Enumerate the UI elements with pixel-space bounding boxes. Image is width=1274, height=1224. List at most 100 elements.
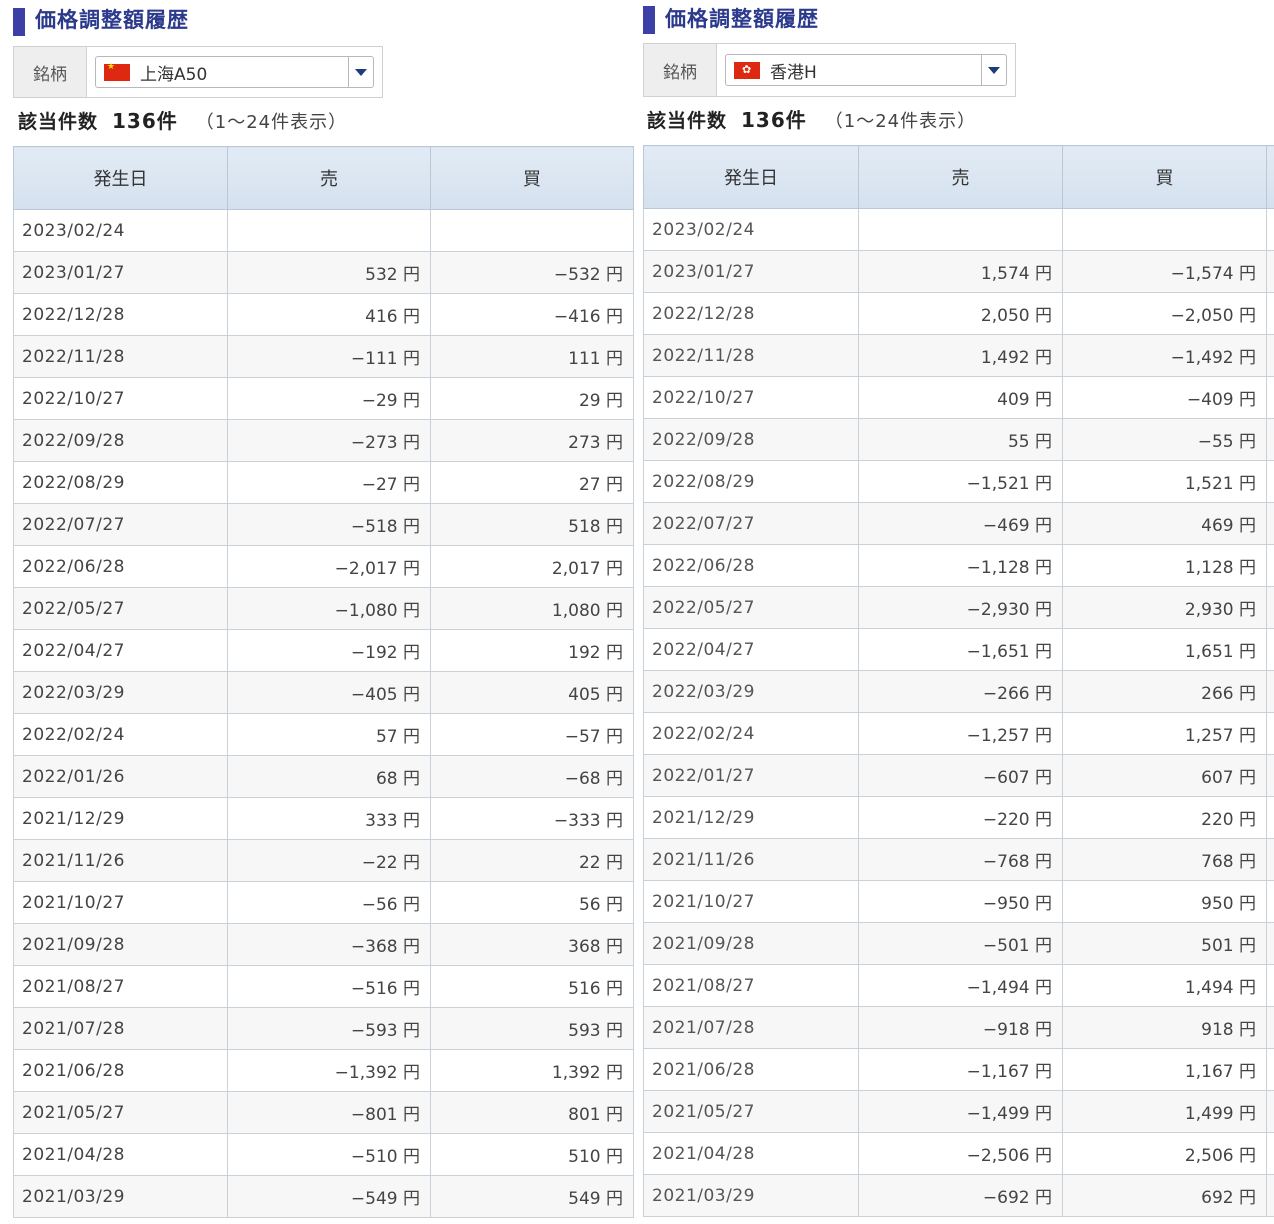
cell-date: 2022/03/29 [643,670,859,713]
instrument-dropdown[interactable]: 上海A50 [95,56,374,88]
cell-buy: −55 円 [1062,418,1267,461]
cell-buy: 29 円 [430,377,634,420]
cell-date: 2021/07/28 [13,1007,228,1050]
chevron-down-icon[interactable] [348,57,373,87]
cell-sell: −607 円 [858,754,1063,797]
cell-buy: 56 円 [430,881,634,924]
instrument-dropdown[interactable]: 香港H [725,54,1007,86]
table-row: 2022/01/26 68 円 −68 円 [13,755,634,798]
cell-buy: −2,050 円 [1062,292,1267,335]
cell-date: 2022/01/26 [13,755,228,798]
table-row: 2021/04/28 −510 円 510 円 [13,1133,634,1176]
cell-sell: 1,492 円 [858,334,1063,377]
table-row: 2022/10/27 −29 円 29 円 [13,377,634,420]
table-header-row: 発生日 売 買 [643,145,1274,209]
cell-sell: −1,080 円 [227,587,431,630]
cell-date: 2022/09/28 [13,419,228,462]
cell-overflow [1266,670,1274,713]
cell-sell: 1,574 円 [858,250,1063,293]
cell-overflow [1266,922,1274,965]
cell-date: 2021/06/28 [643,1048,859,1091]
table-row: 2022/10/27 409 円 −409 円 [643,376,1274,419]
cell-sell: −273 円 [227,419,431,462]
table-row: 2022/04/27 −1,651 円 1,651 円 [643,628,1274,671]
cell-buy: 950 円 [1062,880,1267,923]
cell-sell: −2,506 円 [858,1132,1063,1175]
table-row: 2021/07/28 −593 円 593 円 [13,1007,634,1050]
china-flag-icon [104,62,130,81]
cell-date: 2021/09/28 [643,922,859,965]
count-value: 136件 [741,108,807,132]
cell-buy: 192 円 [430,629,634,672]
cell-sell: −501 円 [858,922,1063,965]
table-row: 2021/10/27 −56 円 56 円 [13,881,634,924]
cell-buy: 1,494 円 [1062,964,1267,1007]
cell-overflow [1266,1174,1274,1217]
table-row: 2021/08/27 −516 円 516 円 [13,965,634,1008]
cell-sell: −518 円 [227,503,431,546]
table-row: 2022/02/24 −1,257 円 1,257 円 [643,712,1274,755]
cell-date: 2021/04/28 [643,1132,859,1175]
cell-overflow [1266,880,1274,923]
cell-date: 2022/02/24 [643,712,859,755]
cell-date: 2022/11/28 [643,334,859,377]
cell-date: 2021/06/28 [13,1049,228,1092]
table-row: 2021/03/29 −549 円 549 円 [13,1175,634,1218]
section-title: 価格調整額履歴 [13,0,633,40]
cell-buy: 801 円 [430,1091,634,1134]
table-row: 2021/07/28 −918 円 918 円 [643,1006,1274,1049]
cell-buy: 1,167 円 [1062,1048,1267,1091]
table-row: 2021/09/28 −501 円 501 円 [643,922,1274,965]
right-panel: 価格調整額履歴 銘柄 香港H 該当件数 136件 （1～24件表示） 発生日 売 買… [643,0,1274,1217]
cell-sell: −111 円 [227,335,431,378]
table-row: 2021/05/27 −801 円 801 円 [13,1091,634,1134]
table-row: 2021/05/27 −1,499 円 1,499 円 [643,1090,1274,1133]
table-row: 2022/11/28 −111 円 111 円 [13,335,634,378]
table-row: 2021/06/28 −1,392 円 1,392 円 [13,1049,634,1092]
count-label: 該当件数 [18,111,99,133]
cell-overflow [1266,712,1274,755]
cell-date: 2021/03/29 [643,1174,859,1217]
table-row: 2021/11/26 −768 円 768 円 [643,838,1274,881]
cell-date: 2022/07/27 [13,503,228,546]
cell-sell: −56 円 [227,881,431,924]
table-row: 2021/12/29 333 円 −333 円 [13,797,634,840]
adjustment-table: 発生日 売 買 2023/02/24 2023/01/27 532 円 −532 円2… [13,146,634,1218]
cell-date: 2022/09/28 [643,418,859,461]
cell-overflow [1266,418,1274,461]
table-row: 2021/10/27 −950 円 950 円 [643,880,1274,923]
dropdown-selected-value: 香港H [770,62,817,83]
cell-date: 2022/10/27 [13,377,228,420]
table-row: 2022/03/29 −405 円 405 円 [13,671,634,714]
table-row: 2023/01/27 1,574 円 −1,574 円 [643,250,1274,293]
dropdown-selected-value: 上海A50 [140,64,208,85]
count-value: 136件 [112,109,178,133]
cell-date: 2021/12/29 [13,797,228,840]
left-panel: 価格調整額履歴 銘柄 上海A50 該当件数 136件 （1～24件表示） 発生日 売… [13,0,634,1218]
header-sell: 売 [227,146,431,210]
table-row: 2022/09/28 −273 円 273 円 [13,419,634,462]
adjustment-table: 発生日 売 買 2023/02/24 2023/01/27 1,574 円 −1,57… [643,145,1274,1217]
cell-buy: 516 円 [430,965,634,1008]
cell-date: 2021/07/28 [643,1006,859,1049]
header-date: 発生日 [13,146,228,210]
selector-label: 銘柄 [644,44,717,96]
table-row: 2022/08/29 −27 円 27 円 [13,461,634,504]
chevron-down-icon[interactable] [981,55,1006,85]
cell-overflow [1266,754,1274,797]
result-count: 該当件数 136件 （1～24件表示） [13,98,633,146]
cell-buy: 111 円 [430,335,634,378]
cell-overflow [1266,502,1274,545]
header-sell: 売 [858,145,1063,209]
table-row: 2022/01/27 −607 円 607 円 [643,754,1274,797]
table-row: 2022/05/27 −1,080 円 1,080 円 [13,587,634,630]
cell-buy: 273 円 [430,419,634,462]
table-row: 2023/02/24 [643,208,1274,251]
cell-date: 2021/04/28 [13,1133,228,1176]
table-row: 2022/07/27 −469 円 469 円 [643,502,1274,545]
cell-date: 2021/10/27 [13,881,228,924]
cell-date: 2021/05/27 [643,1090,859,1133]
cell-sell: −1,499 円 [858,1090,1063,1133]
cell-buy: 1,392 円 [430,1049,634,1092]
cell-sell: −1,392 円 [227,1049,431,1092]
